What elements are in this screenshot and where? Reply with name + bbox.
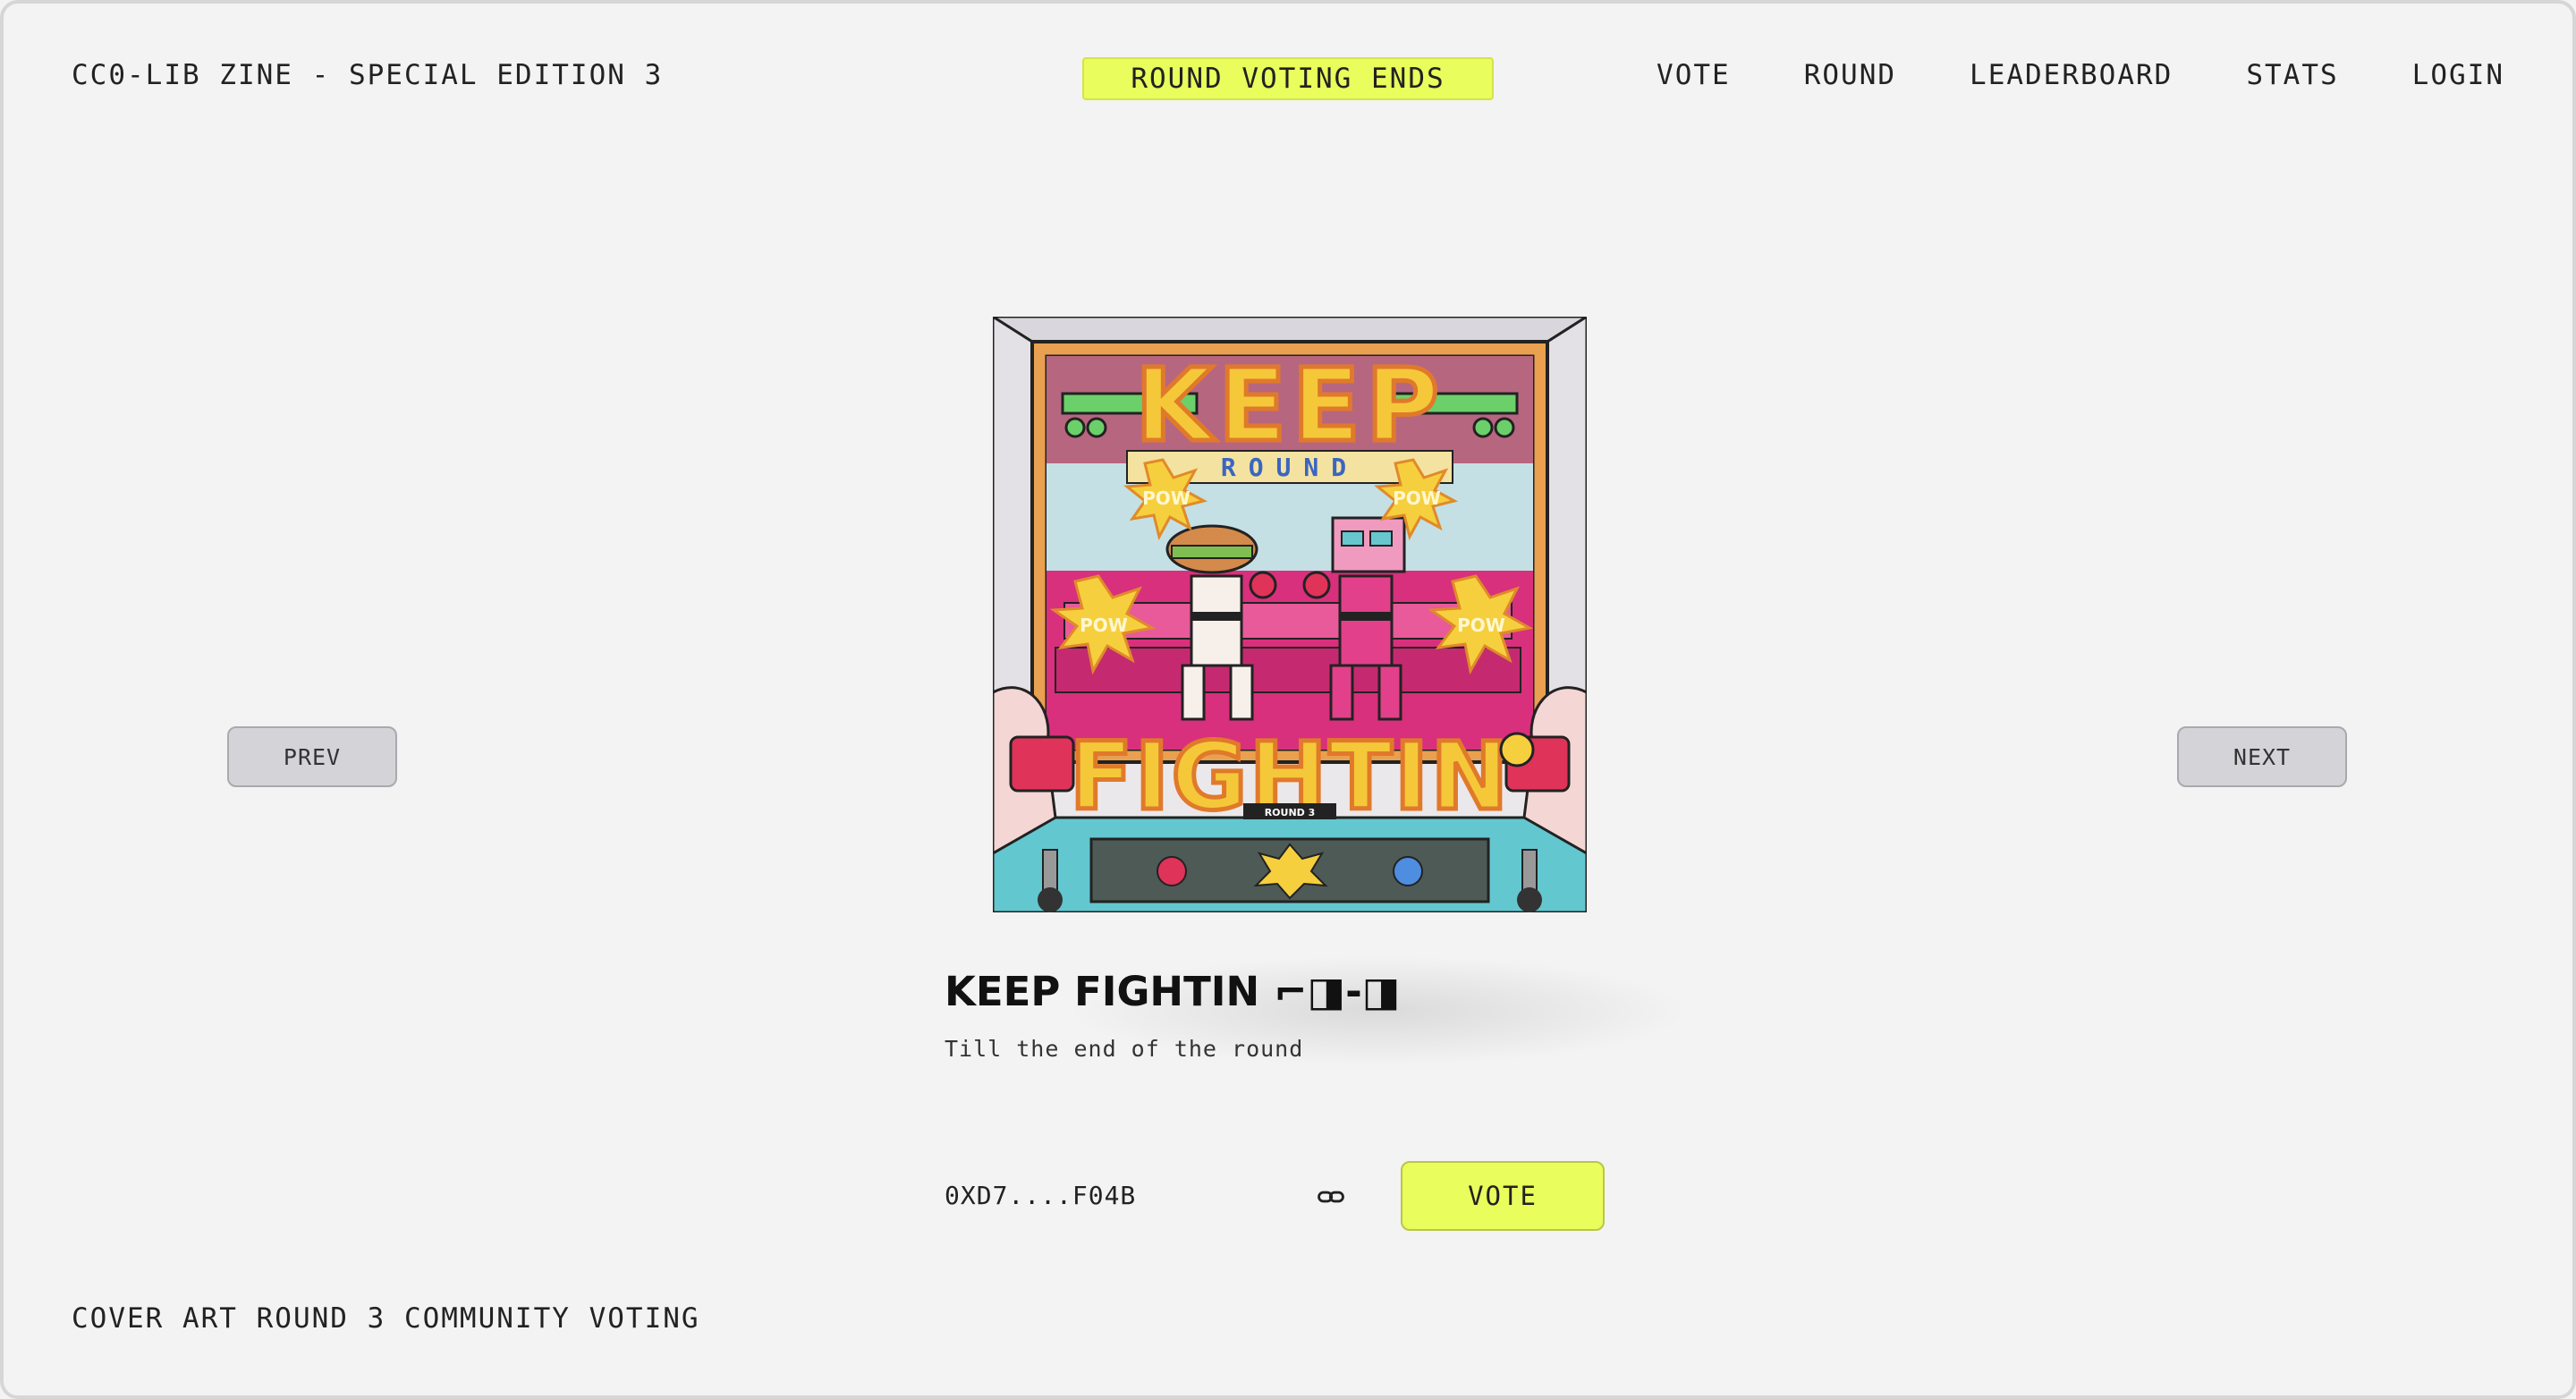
vote-button[interactable]: VOTE (1401, 1161, 1605, 1231)
nav-stats[interactable]: STATS (2246, 59, 2338, 91)
nav-round[interactable]: ROUND (1804, 59, 1896, 91)
prev-button-label: PREV (283, 743, 342, 770)
next-button[interactable]: NEXT (2177, 726, 2347, 787)
main-nav: VOTE ROUND LEADERBOARD STATS LOGIN (1657, 59, 2504, 91)
entry-title: KEEP FIGHTIN ⌐◨-◨ (945, 968, 1401, 1015)
artwork-plate-text: ROUND 3 (1265, 807, 1316, 818)
countdown-label: ROUND VOTING ENDS (1131, 63, 1445, 95)
entry-subtitle: Till the end of the round (945, 1036, 1304, 1062)
vote-button-label: VOTE (1468, 1181, 1538, 1211)
footer-caption: COVER ART ROUND 3 COMMUNITY VOTING (72, 1302, 700, 1335)
artwork-top-text: KEEP (1135, 348, 1445, 464)
site-title[interactable]: CC0-LIB ZINE - SPECIAL EDITION 3 (72, 59, 663, 91)
nav-leaderboard[interactable]: LEADERBOARD (1970, 59, 2173, 91)
entry-artwork: ROUND POW POW POW POW KEEP FIGHTIN ROUND… (993, 317, 1587, 912)
nav-login[interactable]: LOGIN (2412, 59, 2504, 91)
creator-wallet-address[interactable]: 0XD7....F04B (945, 1181, 1136, 1210)
nav-vote[interactable]: VOTE (1657, 59, 1731, 91)
artwork-pow-text: POW (1080, 615, 1128, 636)
artwork-pow-text: POW (1142, 488, 1191, 509)
link-icon[interactable] (1313, 1179, 1349, 1215)
next-button-label: NEXT (2233, 743, 2292, 770)
artwork-pow-text: POW (1393, 488, 1441, 509)
artwork-pow-text: POW (1457, 615, 1505, 636)
prev-button[interactable]: PREV (227, 726, 397, 787)
round-voting-countdown: ROUND VOTING ENDS (1082, 57, 1494, 100)
